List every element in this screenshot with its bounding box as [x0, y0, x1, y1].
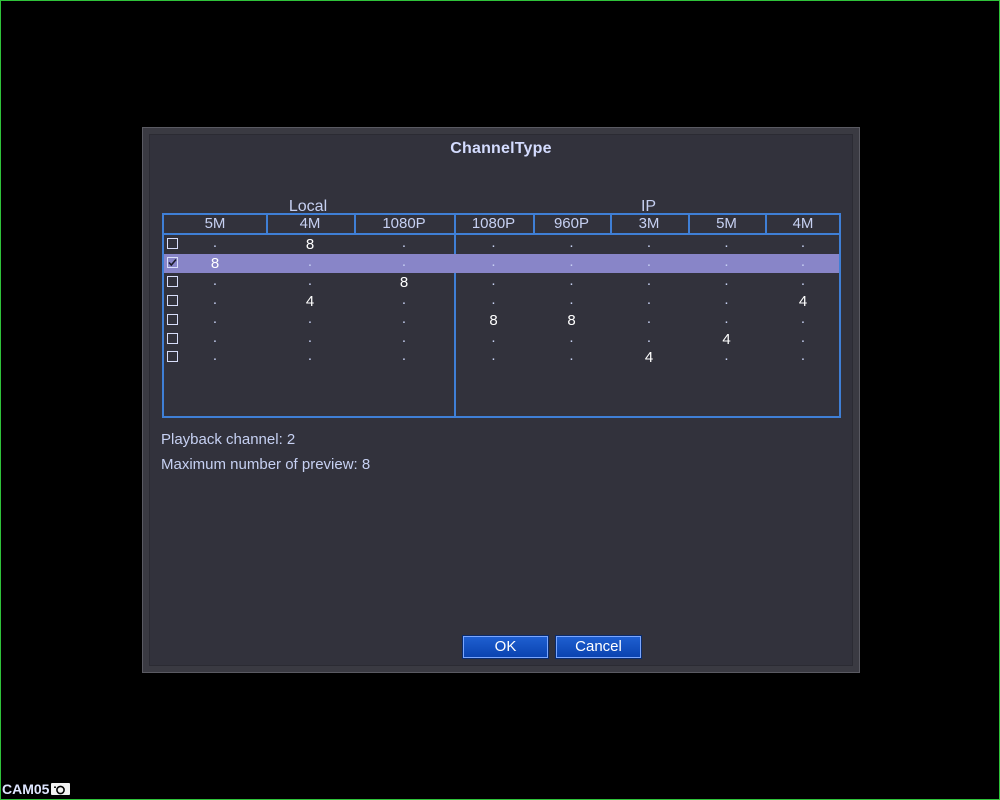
table-cell: .: [724, 234, 729, 251]
header-separator: [454, 215, 456, 233]
table-row[interactable]: ... 8 8...: [164, 311, 839, 330]
table-cell: .: [724, 310, 729, 327]
table-cell: .: [401, 347, 407, 364]
column-header: 5M: [716, 215, 737, 232]
table-cell: 4: [644, 349, 654, 366]
column-header: 5M: [204, 215, 226, 232]
column-header: 1080P: [471, 215, 516, 232]
column-header: 4M: [299, 215, 321, 232]
table-cell: 8: [489, 312, 498, 329]
table-cell: .: [800, 272, 806, 289]
max-preview-text: Maximum number of preview: 8: [161, 456, 371, 473]
table-cell: 8: [210, 255, 220, 272]
header-separator: [610, 215, 612, 233]
table-cell: .: [724, 272, 729, 289]
table-cell: .: [307, 253, 313, 270]
table-cell: .: [569, 291, 574, 308]
table-cell: .: [401, 253, 407, 270]
table-cell: 8: [567, 312, 576, 329]
table-cell: .: [491, 272, 496, 289]
table-row[interactable]: . 8......: [164, 235, 839, 254]
column-header: 4M: [792, 215, 814, 232]
table-cell: 8: [305, 236, 315, 253]
cancel-button[interactable]: Cancel: [556, 636, 641, 658]
table-cell: .: [491, 347, 496, 364]
screen: ChannelType Local IP 5M 4M 1080P 1080P 960P 3…: [0, 0, 1000, 800]
table-header: 5M 4M 1080P 1080P 960P 3M 5M 4M: [164, 215, 839, 235]
table-cell: .: [212, 310, 218, 327]
table-cell: .: [569, 253, 574, 270]
camera-icon: [51, 783, 71, 795]
table-cell: .: [724, 253, 729, 270]
table-cell: .: [491, 234, 496, 251]
header-separator: [354, 215, 356, 233]
table-cell: .: [212, 272, 218, 289]
table-cell: .: [800, 234, 806, 251]
table-cell: .: [307, 347, 313, 364]
table-cell: .: [212, 234, 218, 251]
table-row[interactable]: ..... 4..: [164, 348, 839, 367]
table-cell: .: [800, 347, 806, 364]
table-cell: .: [307, 272, 313, 289]
table-row[interactable]: 8.......: [164, 254, 839, 273]
channel-type-dialog: ChannelType Local IP 5M 4M 1080P 1080P 960P 3…: [142, 127, 860, 673]
table-cell: 4: [305, 293, 315, 310]
table-cell: 8: [399, 274, 409, 291]
table-row[interactable]: .. 8.....: [164, 273, 839, 292]
table-cell: .: [724, 347, 729, 364]
table-cell: .: [646, 253, 652, 270]
header-separator: [688, 215, 690, 233]
table-cell: .: [646, 310, 652, 327]
header-separator: [266, 215, 268, 233]
table-cell: 4: [798, 293, 808, 310]
camera-label: CAM05: [2, 781, 71, 797]
table-cell: .: [569, 272, 574, 289]
header-separator: [765, 215, 767, 233]
table-cell: .: [800, 310, 806, 327]
table-cell: .: [491, 253, 496, 270]
table-cell: .: [212, 347, 218, 364]
header-separator: [533, 215, 535, 233]
table-cell: .: [724, 291, 729, 308]
table-cell: .: [646, 329, 652, 346]
table-cell: .: [401, 234, 407, 251]
table-cell: .: [491, 291, 496, 308]
table-row[interactable]: . 4..... 4: [164, 292, 839, 311]
table-cell: .: [212, 291, 218, 308]
dialog-title: ChannelType: [450, 140, 552, 157]
column-header: 1080P: [382, 215, 426, 232]
table-cell: .: [569, 234, 574, 251]
column-header: 960P: [553, 215, 590, 232]
table-cell: .: [646, 272, 652, 289]
table-cell: .: [307, 310, 313, 327]
table-cell: .: [401, 291, 407, 308]
table-cell: .: [401, 310, 407, 327]
playback-channel-text: Playback channel: 2: [161, 431, 296, 448]
table-row[interactable]: ......4.: [164, 330, 839, 349]
table-cell: .: [569, 347, 574, 364]
table-cell: .: [646, 234, 652, 251]
table-cell: .: [800, 253, 806, 270]
channel-type-table: 5M 4M 1080P 1080P 960P 3M 5M 4M .8......8......…: [162, 213, 841, 418]
ok-button[interactable]: OK: [463, 636, 548, 658]
table-cell: .: [646, 291, 652, 308]
camera-name: CAM05: [2, 781, 50, 797]
dialog-body: ChannelType Local IP 5M 4M 1080P 1080P 960P 3…: [150, 135, 852, 665]
column-header: 3M: [638, 215, 660, 232]
